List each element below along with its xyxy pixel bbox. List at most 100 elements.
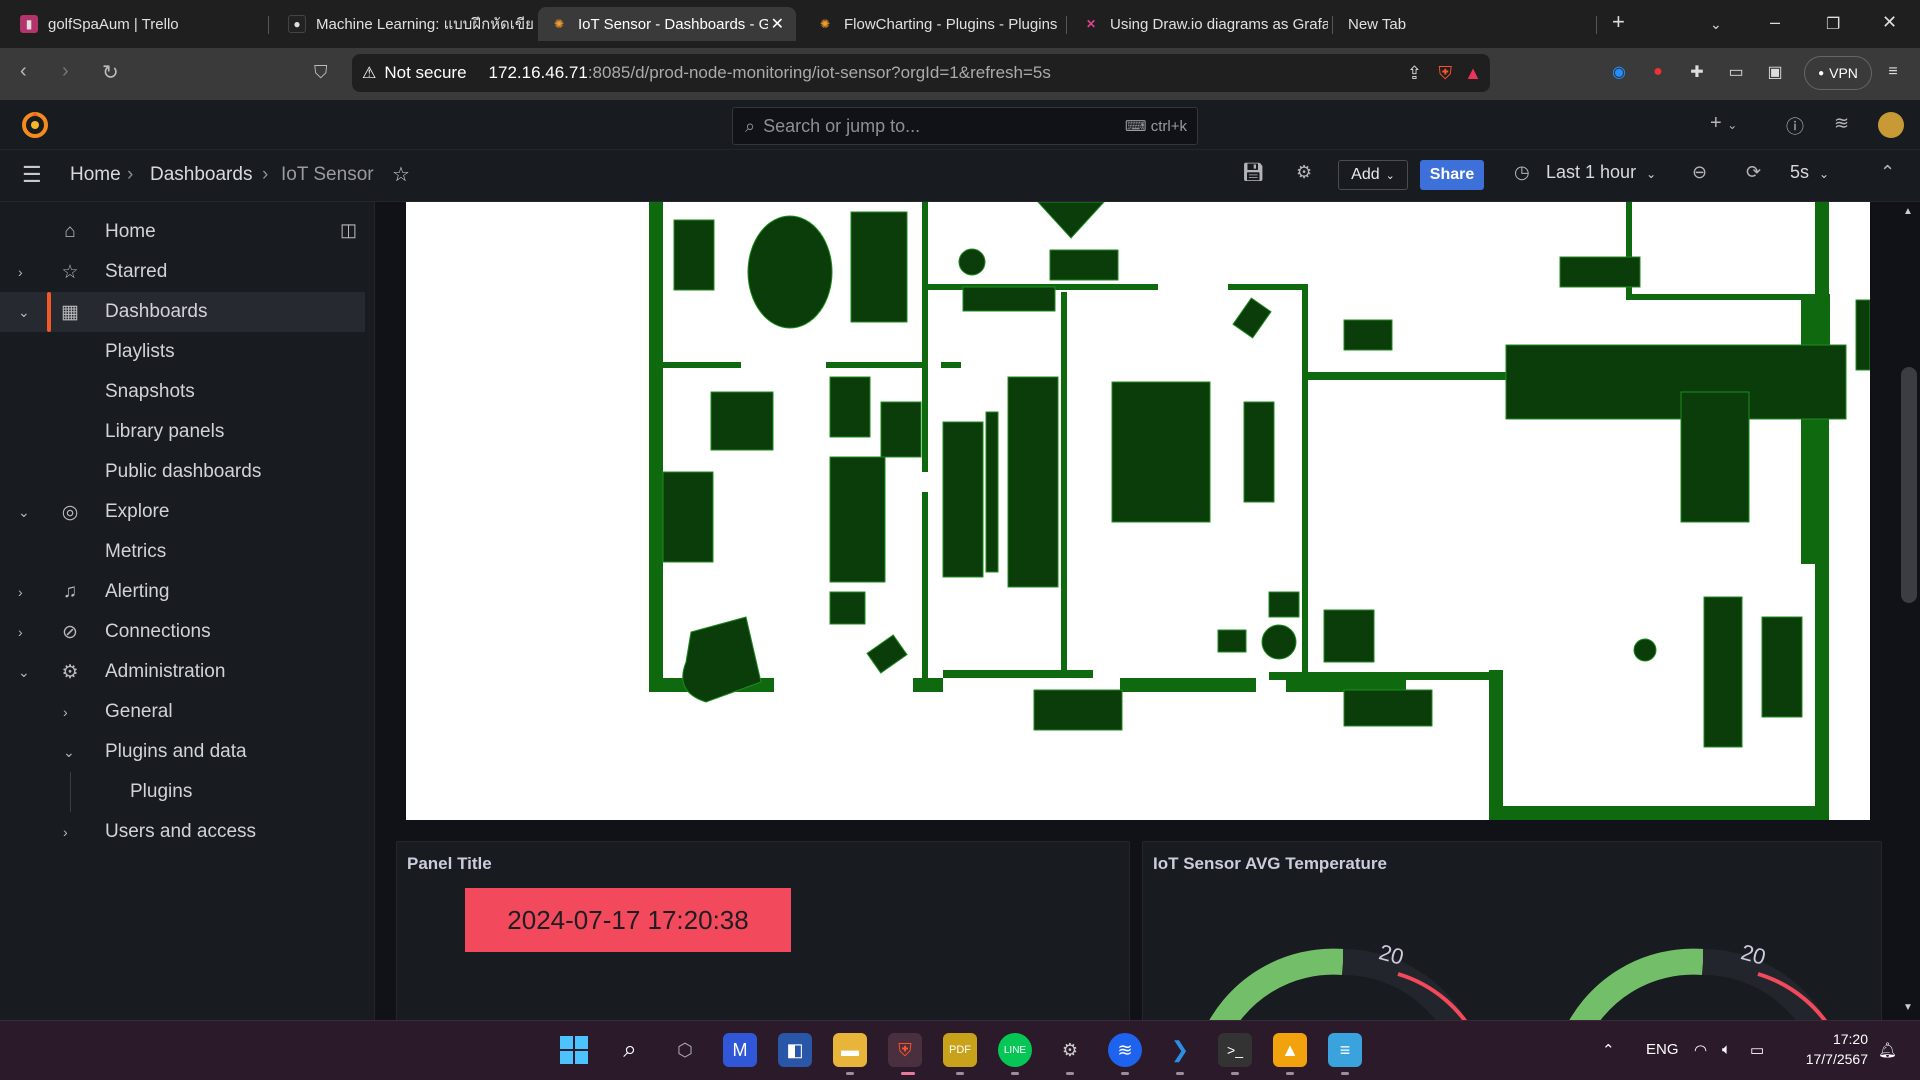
brave-shield-icon[interactable]: ⛨: [1439, 63, 1453, 84]
unity-icon[interactable]: ⬡: [668, 1033, 702, 1067]
vpn-button[interactable]: ● VPN: [1804, 56, 1872, 90]
scrollbar[interactable]: ▲ ▼: [1898, 202, 1920, 1020]
scroll-up-icon[interactable]: ▲: [1903, 206, 1913, 217]
tab-drawio[interactable]: ✕ Using Draw.io diagrams as Grafa: [1070, 7, 1328, 41]
sidebar-item-snapshots[interactable]: Snapshots: [0, 372, 365, 412]
save-dashboard-icon[interactable]: 💾︎: [1242, 162, 1265, 183]
back-icon[interactable]: ‹: [20, 60, 27, 83]
chevron-right-icon[interactable]: ›: [18, 624, 23, 640]
chevron-right-icon[interactable]: ›: [18, 264, 23, 280]
search-input[interactable]: ⌕ Search or jump to... ⌨ ctrl+k: [732, 107, 1198, 145]
pdf-reader-icon[interactable]: PDF: [943, 1033, 977, 1067]
tab-iot-sensor[interactable]: ✺ IoT Sensor - Dashboards - G ✕: [538, 7, 796, 41]
tab-flowcharting[interactable]: ✺ FlowCharting - Plugins - Plugins: [804, 7, 1062, 41]
extensions-puzzle-icon[interactable]: ✚: [1686, 61, 1708, 83]
sublime-merge-icon[interactable]: ▲: [1273, 1033, 1307, 1067]
hamburger-menu-icon[interactable]: ☰: [22, 162, 42, 188]
chevron-down-icon[interactable]: ⌄: [18, 504, 30, 521]
sidebar-item-library-panels[interactable]: Library panels: [0, 412, 365, 452]
record-icon[interactable]: ●: [1647, 61, 1669, 83]
reload-icon[interactable]: ↻: [102, 60, 119, 85]
tray-overflow-icon[interactable]: ⌃: [1602, 1041, 1615, 1059]
sidebar-item-plugins-and-data[interactable]: ⌄ Plugins and data: [0, 732, 365, 772]
refresh-interval-picker[interactable]: 5s ⌄: [1790, 162, 1829, 183]
brave-browser-icon[interactable]: ⛨: [888, 1033, 922, 1067]
sidebar-item-metrics[interactable]: Metrics: [0, 532, 365, 572]
help-icon[interactable]: ⓘ: [1786, 113, 1804, 139]
bookmark-icon[interactable]: ⛉: [314, 62, 328, 83]
volume-icon[interactable]: 🔈︎: [1722, 1041, 1731, 1058]
sidebar-item-connections[interactable]: › ⊘ Connections: [0, 612, 365, 652]
breadcrumb-home[interactable]: Home: [70, 164, 121, 186]
time-range-picker[interactable]: Last 1 hour ⌄: [1546, 162, 1656, 183]
news-feed-icon[interactable]: ≋: [1834, 113, 1849, 134]
file-explorer-icon[interactable]: ▬: [833, 1033, 867, 1067]
star-icon[interactable]: ☆: [392, 162, 410, 187]
sidebar-item-alerting[interactable]: › ♫ Alerting: [0, 572, 365, 612]
docker-icon[interactable]: ≋: [1108, 1033, 1142, 1067]
tab-machine-learning[interactable]: ● Machine Learning: แบบฝึกหัดเขียน: [276, 7, 534, 41]
windows-start-icon[interactable]: [557, 1033, 591, 1067]
language-indicator[interactable]: ENG: [1646, 1041, 1679, 1058]
sidebar-item-administration[interactable]: ⌄ ⚙ Administration: [0, 652, 365, 692]
chevron-right-icon[interactable]: ›: [63, 704, 68, 720]
sidebar-item-starred[interactable]: › ☆ Starred: [0, 252, 365, 292]
line-app-icon[interactable]: LINE: [998, 1033, 1032, 1067]
sidebar-item-dashboards[interactable]: ⌄ ▦ Dashboards: [0, 292, 365, 332]
terminal-icon[interactable]: >_: [1218, 1033, 1252, 1067]
chevron-down-icon[interactable]: ⌄: [18, 304, 30, 321]
close-window-icon[interactable]: ✕: [1882, 12, 1897, 33]
avatar[interactable]: [1878, 112, 1904, 138]
chevron-down-icon[interactable]: ⌄: [18, 664, 30, 681]
mathpix-icon[interactable]: M: [723, 1033, 757, 1067]
sidebar-item-home[interactable]: ⌂ Home: [0, 212, 365, 252]
new-tab-icon[interactable]: +: [1612, 9, 1625, 35]
grafana-logo-icon[interactable]: [20, 110, 50, 140]
sidebar-item-general[interactable]: › General: [0, 692, 365, 732]
battery-icon[interactable]: ▭: [1750, 1041, 1764, 1059]
refresh-icon[interactable]: ⟳: [1746, 162, 1761, 183]
add-button[interactable]: Add ⌄: [1338, 160, 1408, 190]
temperature-panel[interactable]: IoT Sensor AVG Temperature 20 20: [1142, 841, 1882, 1020]
wifi-icon[interactable]: ◠: [1694, 1041, 1707, 1059]
tab-new-tab[interactable]: New Tab: [1336, 7, 1536, 41]
chevron-right-icon[interactable]: ›: [63, 824, 68, 840]
sidebar-toggle-icon[interactable]: ▭: [1725, 61, 1747, 83]
notification-bell-icon[interactable]: 🔔︎: [1878, 1041, 1897, 1059]
collapse-toolbar-icon[interactable]: ⌃: [1880, 162, 1895, 183]
share-button[interactable]: Share: [1420, 160, 1484, 190]
extension-icon[interactable]: ◉: [1608, 61, 1630, 83]
url-bar[interactable]: ⚠ Not secure 172.16.46.71:8085/d/prod-no…: [352, 54, 1490, 92]
sidebar-item-public-dashboards[interactable]: Public dashboards: [0, 452, 365, 492]
sidebar-item-plugins[interactable]: Plugins: [0, 772, 365, 812]
restore-icon[interactable]: ❐: [1826, 14, 1840, 34]
zoom-out-icon[interactable]: ⊖: [1692, 162, 1707, 183]
vscode-icon[interactable]: ❯: [1163, 1033, 1197, 1067]
scrollbar-thumb[interactable]: [1901, 367, 1917, 603]
settings-app-icon[interactable]: ⚙: [1053, 1033, 1087, 1067]
kindle-icon[interactable]: ◧: [778, 1033, 812, 1067]
chevron-right-icon[interactable]: ›: [18, 584, 23, 600]
forward-icon[interactable]: ›: [62, 60, 69, 83]
close-tab-icon[interactable]: ✕: [771, 14, 784, 34]
sidebar-item-playlists[interactable]: Playlists: [0, 332, 365, 372]
sidebar-item-users-and-access[interactable]: › Users and access: [0, 812, 365, 852]
clock[interactable]: 17:20 17/7/2567: [1794, 1031, 1868, 1067]
share-page-icon[interactable]: ⇪: [1407, 63, 1422, 84]
tab-search-icon[interactable]: ⌄: [1710, 16, 1722, 33]
minimize-icon[interactable]: –: [1770, 12, 1780, 33]
sidebar-item-explore[interactable]: ⌄ ◎ Explore: [0, 492, 365, 532]
scroll-down-icon[interactable]: ▼: [1903, 1002, 1913, 1013]
settings-icon[interactable]: ⚙: [1296, 162, 1312, 183]
wallet-icon[interactable]: ▣: [1764, 61, 1786, 83]
brave-rewards-icon[interactable]: ▲: [1464, 63, 1482, 84]
new-plus-icon[interactable]: + ⌄: [1710, 112, 1737, 135]
breadcrumb-dashboards[interactable]: Dashboards: [150, 164, 252, 186]
notepad-icon[interactable]: ≡: [1328, 1033, 1362, 1067]
chevron-down-icon[interactable]: ⌄: [63, 744, 75, 761]
menu-icon[interactable]: ≡: [1882, 61, 1904, 83]
timestamp-panel[interactable]: Panel Title 2024-07-17 17:20:38: [396, 841, 1130, 1020]
search-icon[interactable]: ⌕: [613, 1033, 647, 1067]
floorplan-panel[interactable]: [406, 202, 1871, 820]
tab-trello[interactable]: ▮ golfSpaAum | Trello: [8, 7, 266, 41]
